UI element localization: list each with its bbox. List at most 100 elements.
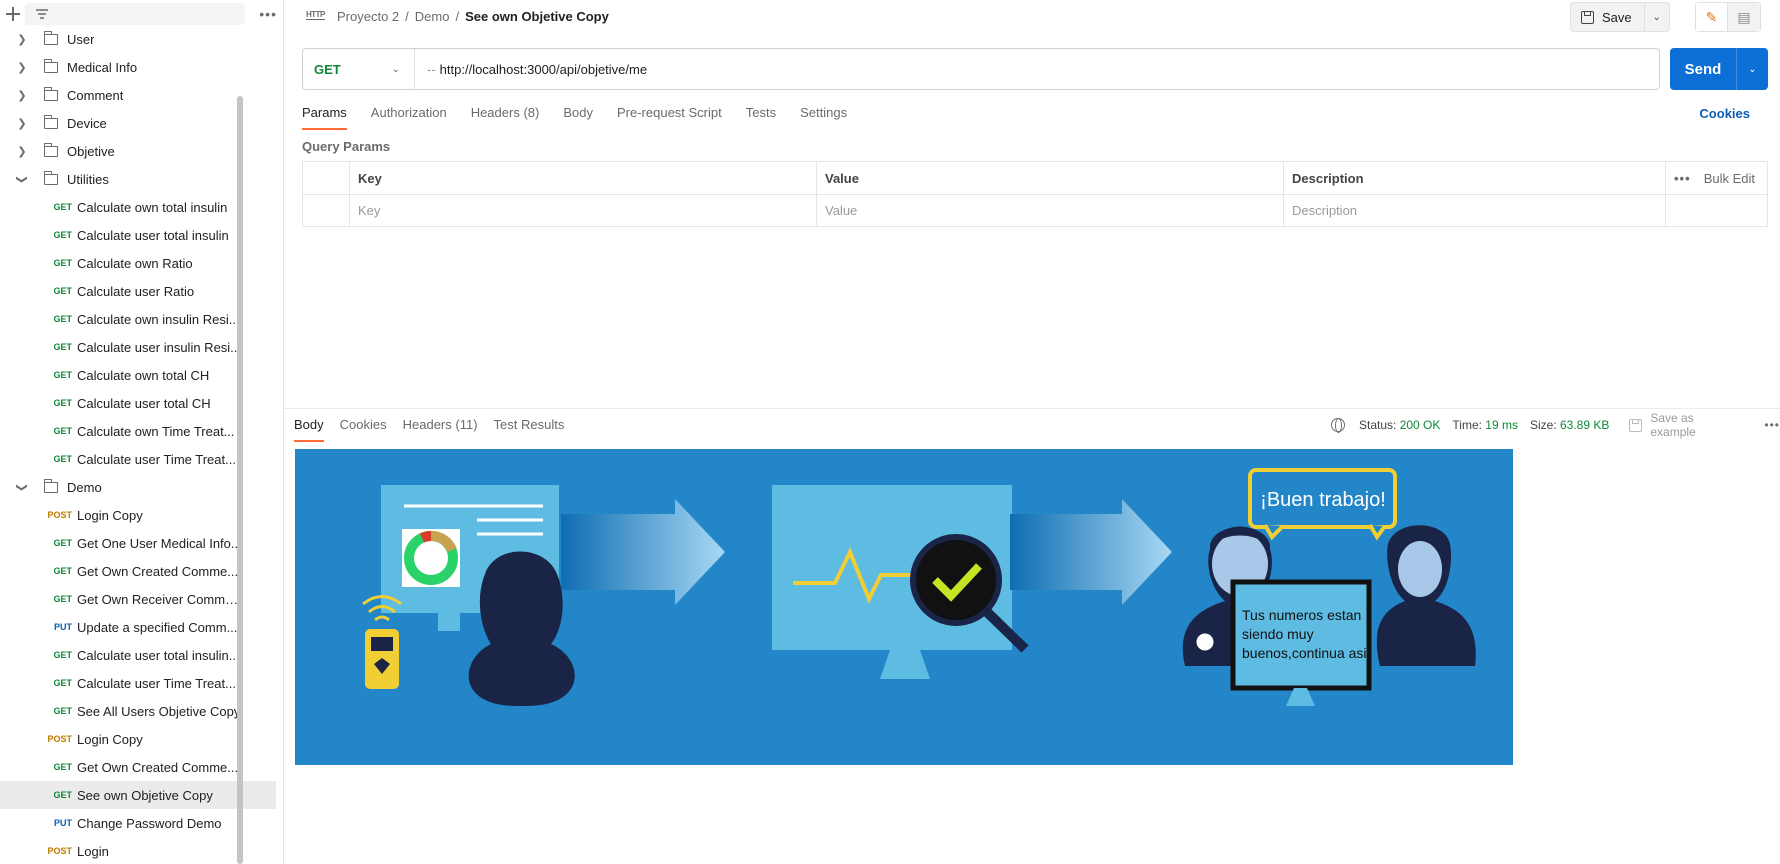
- more-options-icon[interactable]: •••: [259, 6, 277, 22]
- sidebar-request-item[interactable]: GET Calculate user Ratio: [0, 277, 276, 305]
- folder-objetive[interactable]: ❯ Objetive: [0, 137, 276, 165]
- pane-divider[interactable]: [284, 408, 1780, 409]
- sidebar-request-item[interactable]: GET Calculate user total insulin...: [0, 641, 276, 669]
- tab-prerequest-script[interactable]: Pre-request Script: [617, 100, 722, 130]
- sidebar-request-item[interactable]: GET Calculate own insulin Resi...: [0, 305, 276, 333]
- save-button[interactable]: Save: [1571, 3, 1645, 31]
- tab-response-cookies[interactable]: Cookies: [340, 410, 387, 442]
- key-input[interactable]: Key: [349, 195, 816, 226]
- sidebar-scrollbar[interactable]: [237, 96, 243, 864]
- response-image-preview: ¡Buen trabajo! Tus numeros estan siendo …: [295, 449, 1513, 765]
- url-input-group: GET ⌄ -- http://localhost:3000/api/objeti…: [302, 48, 1660, 90]
- breadcrumb-separator: /: [455, 9, 460, 24]
- chevron-down-icon[interactable]: ❯: [16, 477, 29, 497]
- method-badge: PUT: [54, 818, 72, 828]
- breadcrumb-project[interactable]: Proyecto 2: [337, 9, 399, 24]
- chevron-right-icon[interactable]: ❯: [12, 117, 32, 130]
- sidebar-request-item[interactable]: POST Login Copy: [0, 501, 276, 529]
- send-button[interactable]: Send ⌄: [1670, 48, 1768, 90]
- tab-settings[interactable]: Settings: [800, 100, 847, 130]
- url-input[interactable]: -- http://localhost:3000/api/objetive/me: [415, 62, 647, 77]
- folder-comment[interactable]: ❯ Comment: [0, 81, 276, 109]
- status-label: Status:: [1359, 418, 1397, 432]
- sidebar-request-item[interactable]: GET Get Own Created Comme...: [0, 557, 276, 585]
- tab-headers[interactable]: Headers (8): [471, 100, 540, 130]
- method-select[interactable]: GET ⌄: [303, 49, 415, 89]
- bulk-edit-button[interactable]: Bulk Edit: [1704, 171, 1755, 186]
- chevron-right-icon[interactable]: ❯: [12, 33, 32, 46]
- filter-input[interactable]: [25, 3, 246, 25]
- request-label: Get Own Created Comme...: [77, 563, 239, 579]
- chevron-right-icon[interactable]: ❯: [12, 89, 32, 102]
- table-row: Key Value Description: [303, 194, 1767, 226]
- sidebar-request-item[interactable]: GET Calculate user Time Treat...: [0, 669, 276, 697]
- table-header-row: Key Value Description ••• Bulk Edit: [303, 162, 1767, 194]
- sidebar-request-item[interactable]: GET Calculate user total insulin: [0, 221, 276, 249]
- tab-params[interactable]: Params: [302, 100, 347, 130]
- chevron-right-icon[interactable]: ❯: [12, 145, 32, 158]
- tab-body[interactable]: Body: [563, 100, 593, 130]
- sidebar-request-item[interactable]: GET Get One User Medical Info...: [0, 529, 276, 557]
- sidebar-request-item[interactable]: GET Calculate own total CH: [0, 361, 276, 389]
- request-label: Calculate own Ratio: [77, 255, 193, 271]
- time-info[interactable]: Time: 19 ms: [1452, 418, 1518, 432]
- chevron-down-icon: ⌄: [391, 63, 400, 75]
- sidebar-request-item[interactable]: GET Calculate own Time Treat...: [0, 417, 276, 445]
- folder-medical-info[interactable]: ❯ Medical Info: [0, 53, 276, 81]
- folder-device[interactable]: ❯ Device: [0, 109, 276, 137]
- method-value: GET: [314, 61, 341, 77]
- sidebar-request-item[interactable]: GET See own Objetive Copy: [0, 781, 276, 809]
- status-info[interactable]: Status: 200 OK: [1359, 418, 1440, 432]
- tab-tests[interactable]: Tests: [746, 100, 776, 130]
- sidebar-request-item[interactable]: GET Calculate user total CH: [0, 389, 276, 417]
- method-badge: GET: [53, 314, 72, 324]
- sidebar-request-item[interactable]: POST Login Copy: [0, 725, 276, 753]
- sidebar-request-item[interactable]: PUT Update a specified Comm...: [0, 613, 276, 641]
- sidebar-request-item[interactable]: GET See All Users Objetive Copy: [0, 697, 276, 725]
- sidebar-request-item[interactable]: POST Login: [0, 837, 276, 864]
- folder-icon: [44, 58, 58, 73]
- sidebar-request-item[interactable]: GET Calculate own Ratio: [0, 249, 276, 277]
- method-badge: GET: [53, 706, 72, 716]
- globe-icon[interactable]: [1331, 418, 1345, 433]
- arrow-right-icon: [561, 499, 725, 605]
- sidebar-request-item[interactable]: GET Calculate own total insulin: [0, 193, 276, 221]
- more-options-icon[interactable]: •••: [1674, 171, 1691, 186]
- chevron-down-icon[interactable]: ❯: [16, 169, 29, 189]
- add-icon[interactable]: [6, 7, 21, 21]
- folder-utilities[interactable]: ❯ Utilities: [0, 165, 276, 193]
- sidebar-request-item[interactable]: GET Get Own Created Comme...: [0, 753, 276, 781]
- screen-text-line2: siendo muy: [1242, 626, 1314, 642]
- method-badge: GET: [53, 286, 72, 296]
- sidebar-request-item[interactable]: GET Calculate user Time Treat...: [0, 445, 276, 473]
- breadcrumb: Proyecto 2 / Demo / See own Objetive Copy: [337, 9, 609, 24]
- tab-response-headers-label: Headers: [402, 417, 452, 432]
- edit-mode-button[interactable]: ✎: [1696, 3, 1728, 31]
- save-dropdown-button[interactable]: ⌄: [1645, 3, 1669, 31]
- value-input[interactable]: Value: [816, 195, 1283, 226]
- method-badge: GET: [53, 790, 72, 800]
- cookies-link[interactable]: Cookies: [1699, 106, 1750, 121]
- chevron-right-icon[interactable]: ❯: [12, 61, 32, 74]
- folder-label: Objetive: [67, 143, 115, 159]
- save-as-example-button[interactable]: Save as example: [1629, 411, 1742, 439]
- send-dropdown-icon[interactable]: ⌄: [1736, 48, 1768, 90]
- speech-bubble: ¡Buen trabajo!: [1248, 468, 1397, 541]
- more-options-icon[interactable]: •••: [1764, 418, 1780, 432]
- sidebar-request-item[interactable]: GET Get Own Receiver Comme...: [0, 585, 276, 613]
- tab-authorization[interactable]: Authorization: [371, 100, 447, 130]
- breadcrumb-current[interactable]: See own Objetive Copy: [465, 9, 609, 24]
- tab-test-results[interactable]: Test Results: [494, 410, 565, 442]
- comment-icon: ▤: [1737, 8, 1751, 25]
- sidebar-request-item[interactable]: PUT Change Password Demo: [0, 809, 276, 837]
- method-badge: GET: [53, 342, 72, 352]
- sidebar-request-item[interactable]: GET Calculate user insulin Resi...: [0, 333, 276, 361]
- description-input[interactable]: Description: [1283, 195, 1665, 226]
- breadcrumb-folder[interactable]: Demo: [415, 9, 450, 24]
- documentation-button[interactable]: ▤: [1728, 3, 1760, 31]
- tab-response-body[interactable]: Body: [294, 410, 324, 442]
- size-info[interactable]: Size: 63.89 KB: [1530, 418, 1609, 432]
- tab-response-headers[interactable]: Headers (11): [403, 410, 478, 442]
- folder-user[interactable]: ❯ User: [0, 25, 276, 53]
- folder-demo[interactable]: ❯ Demo: [0, 473, 276, 501]
